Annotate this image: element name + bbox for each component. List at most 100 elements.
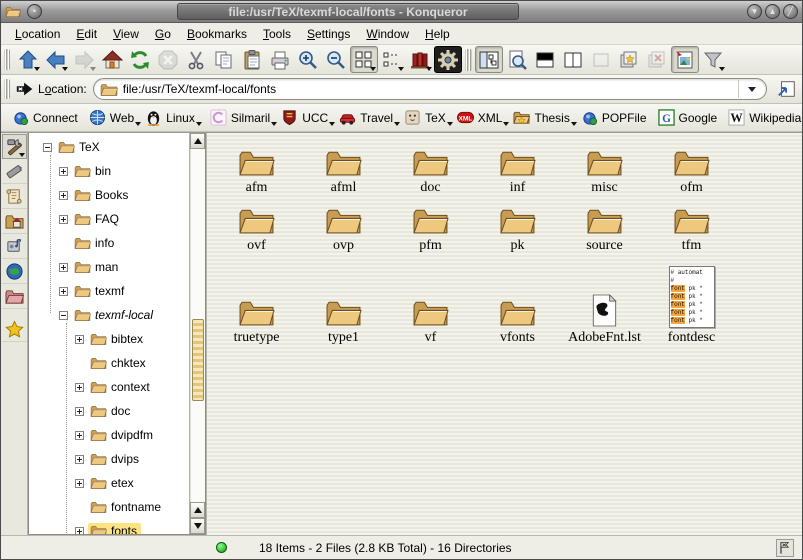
tree-expander[interactable]: [75, 383, 84, 392]
tree-item-body[interactable]: texmf: [72, 283, 128, 299]
tree-item-info[interactable]: info: [29, 231, 189, 255]
toolbar-grip[interactable]: [4, 49, 10, 71]
file-item-ovp[interactable]: ovp: [300, 197, 387, 255]
tree-item-body[interactable]: Books: [72, 187, 132, 203]
tree-item-body[interactable]: dvips: [88, 451, 143, 467]
file-item-inf[interactable]: inf: [474, 139, 561, 197]
tree-expander[interactable]: [59, 191, 68, 200]
toolbar-grip[interactable]: [4, 79, 10, 100]
bookmark-connect[interactable]: Connect: [8, 107, 85, 128]
sidebar-tree-icon[interactable]: [475, 46, 503, 73]
tree-item-body[interactable]: doc: [88, 403, 134, 419]
tree-item-bin[interactable]: bin: [29, 159, 189, 183]
file-item-pk[interactable]: pk: [474, 197, 561, 255]
file-item-misc[interactable]: misc: [561, 139, 648, 197]
scroll-track[interactable]: [190, 149, 205, 502]
titlebar[interactable]: • file:/usr/TeX/texmf-local/fonts - Konq…: [1, 1, 802, 23]
tree-item-body[interactable]: etex: [88, 475, 138, 491]
sidebar-tab-marker[interactable]: [2, 159, 27, 184]
tree-item-body[interactable]: fonts: [88, 523, 141, 534]
bookmark-travel[interactable]: Travel: [335, 107, 400, 128]
split-top-bottom-icon[interactable]: [531, 46, 559, 73]
tree-item-etex[interactable]: etex: [29, 471, 189, 495]
copy-icon[interactable]: [210, 46, 238, 73]
image-preview-icon[interactable]: [671, 46, 699, 73]
cut-icon[interactable]: [182, 46, 210, 73]
sidebar-tab-network-globe[interactable]: [2, 259, 27, 284]
tree-item-fonts[interactable]: fonts: [29, 519, 189, 534]
list-view-icon[interactable]: [378, 46, 406, 73]
scroll-down-button[interactable]: [190, 518, 205, 534]
tree-item-TeX[interactable]: TeX: [29, 135, 189, 159]
back-arrow-icon[interactable]: [42, 46, 70, 73]
menu-view[interactable]: View: [105, 25, 147, 43]
tree-item-body[interactable]: fontname: [88, 499, 165, 515]
bookmark-popfile[interactable]: POPFile: [577, 107, 654, 128]
tree-expander[interactable]: [75, 431, 84, 440]
clear-location-icon[interactable]: [14, 76, 36, 103]
tree-expander[interactable]: [75, 407, 84, 416]
tree-item-Books[interactable]: Books: [29, 183, 189, 207]
reload-icon[interactable]: [126, 46, 154, 73]
bookmark-google[interactable]: GGoogle: [654, 107, 725, 128]
tree-item-body[interactable]: dvipdfm: [88, 427, 157, 443]
tree-expander[interactable]: [59, 311, 68, 320]
tree-expander[interactable]: [59, 215, 68, 224]
tree-item-doc[interactable]: doc: [29, 399, 189, 423]
tree-item-body[interactable]: FAQ: [72, 211, 123, 227]
bookmark-ucc[interactable]: UCC: [277, 107, 335, 128]
tree-item-body[interactable]: TeX: [56, 139, 104, 155]
tree-expander[interactable]: [75, 455, 84, 464]
bookshelf-icon[interactable]: [406, 46, 434, 73]
menu-bookmarks[interactable]: Bookmarks: [179, 25, 255, 43]
menu-help[interactable]: Help: [417, 25, 458, 43]
menu-settings[interactable]: Settings: [299, 25, 358, 43]
tree-item-fontname[interactable]: fontname: [29, 495, 189, 519]
tree-item-body[interactable]: context: [88, 379, 154, 395]
location-dropdown-button[interactable]: [738, 80, 764, 98]
tree-expander[interactable]: [59, 263, 68, 272]
tree-item-man[interactable]: man: [29, 255, 189, 279]
scroll-thumb[interactable]: [192, 319, 204, 401]
new-tab-icon[interactable]: [615, 46, 643, 73]
file-item-ovf[interactable]: ovf: [213, 197, 300, 255]
tree-item-body[interactable]: info: [72, 235, 118, 251]
tree-expander[interactable]: [59, 287, 68, 296]
tree-item-chktex[interactable]: chktex: [29, 351, 189, 375]
menu-location[interactable]: Location: [7, 25, 68, 43]
file-item-source[interactable]: source: [561, 197, 648, 255]
file-item-vf[interactable]: vf: [387, 255, 474, 347]
tree-item-dvipdfm[interactable]: dvipdfm: [29, 423, 189, 447]
sticky-button[interactable]: •: [27, 4, 42, 19]
tree-scrollbar[interactable]: [189, 133, 205, 534]
tree-item-body[interactable]: man: [72, 259, 122, 275]
bookmark-linux[interactable]: Linux: [141, 107, 202, 128]
tree-item-texmf[interactable]: texmf: [29, 279, 189, 303]
bookmark-xml[interactable]: XMLXML: [453, 107, 510, 128]
bookmark-tex[interactable]: TeX: [400, 107, 453, 128]
bookmark-wikipedia[interactable]: WWikipedia: [724, 107, 803, 128]
tree-item-body[interactable]: texmf-local: [72, 307, 157, 323]
bookmark-silmaril[interactable]: Silmaril: [206, 107, 277, 128]
file-item-pfm[interactable]: pfm: [387, 197, 474, 255]
bookmark-web[interactable]: Web: [85, 107, 141, 128]
file-item-fontdesc[interactable]: # automat # font pk * font pk * font pk …: [648, 255, 735, 347]
tree-item-bibtex[interactable]: bibtex: [29, 327, 189, 351]
file-icon-view[interactable]: afmafmldocinfmiscofmovfovppfmpksourcetfm…: [206, 133, 802, 535]
go-button[interactable]: [774, 77, 800, 101]
file-item-vfonts[interactable]: vfonts: [474, 255, 561, 347]
sidebar-tab-services[interactable]: [2, 234, 27, 259]
tree-expander[interactable]: [43, 143, 52, 152]
bookmark-thesis[interactable]: Thesis: [509, 107, 576, 128]
location-input[interactable]: file:/usr/TeX/texmf-local/fonts: [93, 78, 767, 100]
home-icon[interactable]: [98, 46, 126, 73]
zoom-in-icon[interactable]: [294, 46, 322, 73]
sidebar-tab-toolbox[interactable]: [2, 134, 27, 159]
tree-item-texmf-local[interactable]: texmf-local: [29, 303, 189, 327]
sidebar-tab-bookmarks-star[interactable]: [2, 317, 27, 342]
paste-icon[interactable]: [238, 46, 266, 73]
up-arrow-icon[interactable]: [14, 46, 42, 73]
scroll-up-button[interactable]: [190, 133, 205, 149]
filter-icon[interactable]: [699, 46, 727, 73]
tree-item-body[interactable]: bibtex: [88, 331, 147, 347]
